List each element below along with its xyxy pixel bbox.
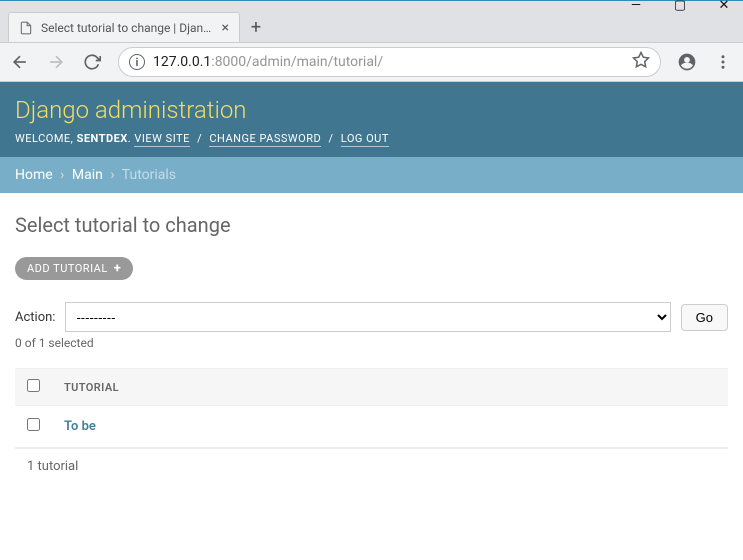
profile-icon[interactable]: [677, 52, 697, 72]
row-checkbox[interactable]: [27, 418, 40, 431]
page-icon: [19, 21, 33, 35]
close-tab-icon[interactable]: ×: [222, 20, 229, 36]
action-label: Action:: [15, 310, 55, 325]
forward-button[interactable]: [46, 52, 66, 72]
add-tutorial-button[interactable]: ADD TUTORIAL +: [15, 257, 133, 280]
minimize-button[interactable]: —: [629, 0, 643, 13]
action-row: Action: --------- Go: [15, 302, 728, 332]
browser-chrome: — ▢ ✕ Select tutorial to change | Django…: [0, 0, 743, 82]
new-tab-button[interactable]: +: [240, 12, 272, 42]
go-button[interactable]: Go: [681, 304, 728, 331]
window-controls: — ▢ ✕: [0, 1, 743, 10]
plus-icon: +: [114, 261, 122, 276]
select-all-checkbox[interactable]: [27, 379, 40, 392]
logout-link[interactable]: LOG OUT: [341, 132, 389, 147]
table-row: To be: [15, 406, 728, 448]
selection-count: 0 of 1 selected: [15, 336, 728, 350]
breadcrumb-current: Tutorials: [122, 167, 176, 183]
add-button-label: ADD TUTORIAL: [27, 262, 108, 275]
view-site-link[interactable]: VIEW SITE: [134, 132, 189, 147]
content: Select tutorial to change ADD TUTORIAL +…: [0, 193, 743, 504]
breadcrumb-home[interactable]: Home: [15, 167, 53, 183]
url-text: 127.0.0.1:8000/admin/main/tutorial/: [153, 54, 624, 70]
table-header-row: TUTORIAL: [15, 369, 728, 406]
breadcrumb: Home › Main › Tutorials: [0, 157, 743, 193]
column-header[interactable]: TUTORIAL: [52, 369, 728, 406]
row-link[interactable]: To be: [64, 419, 96, 434]
paginator: 1 tutorial: [15, 448, 728, 484]
action-select[interactable]: ---------: [65, 302, 670, 332]
tab-title: Select tutorial to change | Django: [41, 21, 214, 35]
star-icon[interactable]: [632, 51, 650, 73]
tab-bar: Select tutorial to change | Django × +: [0, 10, 743, 42]
user-tools: WELCOME, SENTDEX. VIEW SITE / CHANGE PAS…: [15, 132, 728, 145]
address-bar: i 127.0.0.1:8000/admin/main/tutorial/: [0, 42, 743, 82]
username: SENTDEX: [77, 132, 128, 145]
admin-header: Django administration WELCOME, SENTDEX. …: [0, 82, 743, 157]
back-button[interactable]: [10, 52, 30, 72]
reload-button[interactable]: [82, 52, 102, 72]
change-password-link[interactable]: CHANGE PASSWORD: [209, 132, 321, 147]
menu-icon[interactable]: [713, 52, 733, 72]
site-title[interactable]: Django administration: [15, 96, 728, 124]
breadcrumb-app[interactable]: Main: [72, 167, 103, 183]
page-title: Select tutorial to change: [15, 213, 728, 237]
browser-tab[interactable]: Select tutorial to change | Django ×: [8, 12, 240, 42]
welcome-text: WELCOME,: [15, 132, 73, 145]
maximize-button[interactable]: ▢: [673, 0, 687, 13]
site-info-icon[interactable]: i: [129, 54, 145, 70]
results-table: TUTORIAL To be: [15, 368, 728, 448]
close-window-button[interactable]: ✕: [717, 0, 731, 13]
url-input[interactable]: i 127.0.0.1:8000/admin/main/tutorial/: [118, 47, 661, 77]
